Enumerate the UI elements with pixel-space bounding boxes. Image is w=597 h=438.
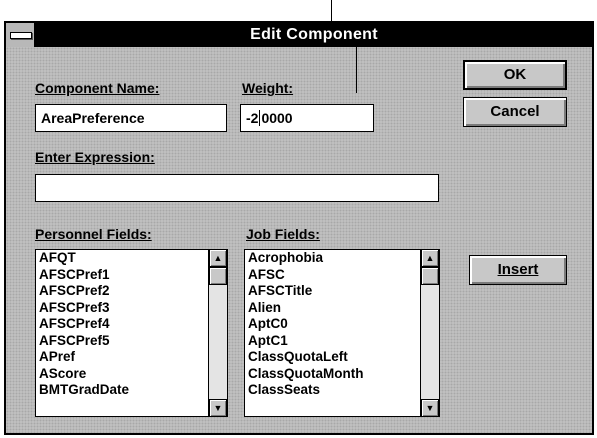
personnel-fields-list[interactable]: AFQT AFSCPref1 AFSCPref2 AFSCPref3 AFSCP… bbox=[35, 249, 228, 417]
list-item[interactable]: AptC0 bbox=[245, 316, 420, 333]
system-menu-button[interactable] bbox=[6, 23, 36, 47]
list-item[interactable]: ClassQuotaLeft bbox=[245, 349, 420, 366]
list-item[interactable]: AFSC bbox=[245, 267, 420, 284]
scroll-down-arrow-icon[interactable]: ▼ bbox=[209, 399, 227, 416]
personnel-fields-items: AFQT AFSCPref1 AFSCPref2 AFSCPref3 AFSCP… bbox=[36, 250, 208, 416]
list-item[interactable]: AFSCTitle bbox=[245, 283, 420, 300]
system-menu-icon bbox=[10, 32, 32, 39]
list-item[interactable]: AFQT bbox=[36, 250, 208, 267]
ok-button[interactable]: OK bbox=[463, 60, 567, 90]
list-item[interactable]: AFSCPref4 bbox=[36, 316, 208, 333]
expression-input[interactable] bbox=[35, 174, 439, 202]
pointer-line-lower bbox=[356, 47, 357, 93]
job-fields-list[interactable]: Acrophobia AFSC AFSCTitle Alien AptC0 Ap… bbox=[244, 249, 440, 417]
insert-button[interactable]: Insert bbox=[469, 255, 567, 285]
list-item[interactable]: BMTGradDate bbox=[36, 382, 208, 399]
list-item[interactable]: AFSCPref3 bbox=[36, 300, 208, 317]
component-name-input[interactable]: AreaPreference bbox=[35, 104, 227, 132]
pointer-line bbox=[331, 0, 332, 21]
list-item[interactable]: AFSCPref1 bbox=[36, 267, 208, 284]
title-bar: Edit Component bbox=[6, 23, 592, 47]
edit-component-dialog: Edit Component Component Name: AreaPrefe… bbox=[4, 21, 594, 435]
scroll-thumb[interactable] bbox=[209, 267, 227, 285]
scroll-up-arrow-icon[interactable]: ▲ bbox=[421, 250, 439, 267]
weight-value-before-caret: -2 bbox=[246, 110, 259, 126]
scroll-down-arrow-icon[interactable]: ▼ bbox=[421, 399, 439, 416]
weight-input[interactable]: -2 0000 bbox=[240, 104, 374, 132]
job-fields-scrollbar[interactable]: ▲ ▼ bbox=[420, 250, 439, 416]
cancel-button[interactable]: Cancel bbox=[463, 97, 567, 127]
expression-label: Enter Expression: bbox=[35, 149, 155, 165]
job-fields-label: Job Fields: bbox=[246, 226, 320, 242]
list-item[interactable]: APref bbox=[36, 349, 208, 366]
list-item[interactable]: AptC1 bbox=[245, 333, 420, 350]
list-item[interactable]: AFSCPref5 bbox=[36, 333, 208, 350]
list-item[interactable]: ClassQuotaMonth bbox=[245, 366, 420, 383]
list-item[interactable]: Acrophobia bbox=[245, 250, 420, 267]
weight-value-after-caret: 0000 bbox=[261, 110, 293, 126]
job-fields-items: Acrophobia AFSC AFSCTitle Alien AptC0 Ap… bbox=[245, 250, 420, 416]
personnel-fields-label: Personnel Fields: bbox=[35, 226, 152, 242]
list-item[interactable]: Alien bbox=[245, 300, 420, 317]
list-item[interactable]: AFSCPref2 bbox=[36, 283, 208, 300]
weight-label: Weight: bbox=[242, 80, 294, 96]
scroll-thumb[interactable] bbox=[421, 267, 439, 285]
list-item[interactable]: AScore bbox=[36, 366, 208, 383]
window-title: Edit Component bbox=[250, 26, 378, 43]
component-name-label: Component Name: bbox=[35, 80, 160, 96]
scroll-up-arrow-icon[interactable]: ▲ bbox=[209, 250, 227, 267]
personnel-fields-scrollbar[interactable]: ▲ ▼ bbox=[208, 250, 227, 416]
list-item[interactable]: ClassSeats bbox=[245, 382, 420, 399]
